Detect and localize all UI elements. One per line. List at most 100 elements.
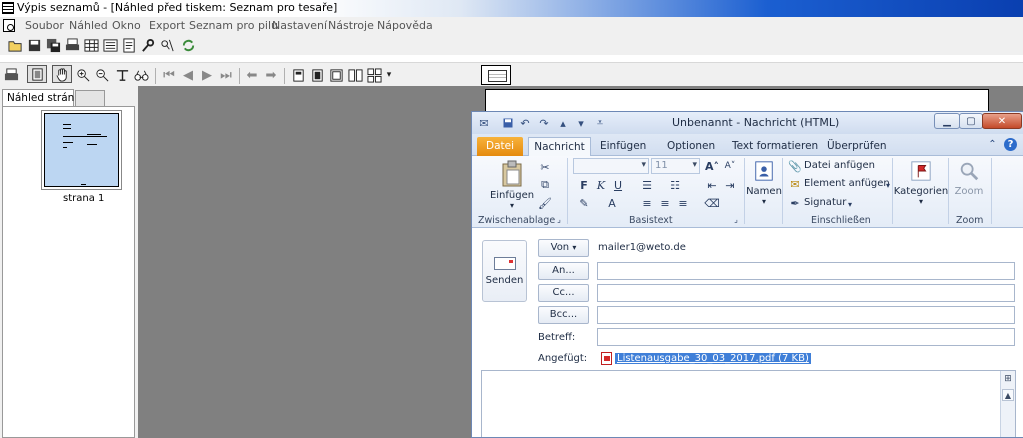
grow-font-icon[interactable]: A˄ — [705, 159, 719, 173]
clear-formatting-icon[interactable]: ⌫ — [704, 196, 720, 210]
page-layout-2-icon[interactable] — [309, 67, 325, 83]
minimize-button[interactable]: ▁ — [934, 113, 960, 129]
table-icon[interactable] — [83, 37, 99, 53]
redo-icon[interactable]: ↷ — [537, 116, 551, 130]
attach-item-button[interactable]: Element anfügen — [804, 178, 890, 189]
tab-nahled-stranky[interactable]: Náhled stránky — [2, 89, 86, 107]
tab-ueberpruefen[interactable]: Überprüfen — [827, 137, 887, 156]
last-page-icon[interactable]: ⏭ — [218, 67, 234, 83]
align-right-icon[interactable]: ≡ — [676, 196, 690, 210]
close-button[interactable]: ✕ — [982, 113, 1022, 129]
tab-text-formatieren[interactable]: Text formatieren — [732, 137, 818, 156]
tab-datei[interactable]: Datei — [477, 137, 523, 156]
document-preview-icon[interactable] — [3, 19, 15, 32]
clipboard-launcher-icon[interactable]: ⌟ — [554, 214, 564, 224]
menu-export[interactable]: Export — [149, 19, 185, 32]
tools-icon[interactable] — [140, 37, 156, 53]
page-layout-1-icon[interactable] — [290, 67, 306, 83]
page-width-icon[interactable] — [328, 67, 344, 83]
highlight-icon[interactable]: ✎ — [577, 196, 591, 210]
find-replace-icon[interactable] — [159, 37, 175, 53]
multi-page-dropdown-icon[interactable]: ▾ — [384, 67, 394, 83]
attachment-link[interactable]: Listenausgabe_30_03_2017.pdf (7 KB) — [615, 353, 811, 364]
message-body[interactable]: ⊞ ▲ — [481, 370, 1016, 437]
align-left-icon[interactable]: ≡ — [640, 196, 654, 210]
back-arrow-icon[interactable]: ⬅ — [244, 67, 260, 83]
body-scrollbar[interactable]: ⊞ ▲ — [1000, 371, 1015, 437]
zoom-button[interactable]: Zoom — [952, 160, 986, 212]
signature-button[interactable]: Signatur — [804, 197, 846, 208]
from-button[interactable]: Von ▾ — [538, 239, 589, 257]
collapse-ribbon-icon[interactable]: ⌃ — [986, 138, 999, 151]
ruler-toggle-icon[interactable]: ⊞ — [1002, 373, 1014, 385]
increase-indent-icon[interactable]: ⇥ — [723, 178, 737, 192]
paste-button[interactable]: Einfügen ▾ — [490, 160, 534, 212]
list-icon[interactable] — [102, 37, 118, 53]
previous-page-icon[interactable]: ◀ — [180, 67, 196, 83]
menu-nastaveni[interactable]: Nastavení — [272, 19, 327, 32]
basic-text-launcher-icon[interactable]: ⌟ — [731, 214, 741, 224]
save-icon[interactable] — [501, 116, 515, 130]
single-page-view-icon[interactable] — [27, 65, 47, 83]
forward-arrow-icon[interactable]: ➡ — [263, 67, 279, 83]
move-up-icon[interactable]: ▴ — [556, 116, 570, 130]
hand-tool-icon[interactable] — [52, 65, 72, 83]
printer-icon[interactable] — [3, 67, 19, 83]
attach-file-button[interactable]: Datei anfügen — [804, 160, 875, 171]
menu-okno[interactable]: Okno — [112, 19, 141, 32]
to-field[interactable] — [597, 262, 1015, 280]
page-thumbnail[interactable] — [41, 110, 122, 190]
refresh-icon[interactable] — [180, 37, 196, 53]
menu-soubor[interactable]: Soubor — [25, 19, 64, 32]
shrink-font-icon[interactable]: A˅ — [723, 159, 737, 173]
tab-nachricht[interactable]: Nachricht — [528, 137, 591, 156]
underline-icon[interactable]: U — [611, 178, 625, 192]
tab-secondary[interactable] — [75, 90, 105, 106]
multi-page-icon[interactable] — [366, 67, 382, 83]
undo-icon[interactable]: ↶ — [518, 116, 532, 130]
font-size-box[interactable]: 11 — [651, 158, 700, 174]
send-button[interactable]: Senden — [482, 240, 527, 302]
customize-quick-access-icon[interactable]: ⩡ — [593, 116, 607, 130]
bcc-button[interactable]: Bcc... — [538, 306, 589, 324]
format-painter-icon[interactable]: 🖌 — [538, 196, 552, 210]
menu-seznam-pro-pilu[interactable]: Seznam pro pilu — [189, 19, 278, 32]
font-name-box[interactable] — [573, 158, 649, 174]
maximize-button[interactable]: ▢ — [959, 113, 983, 129]
bold-icon[interactable]: F — [577, 178, 591, 192]
names-button[interactable]: Namen ▾ — [746, 160, 782, 212]
help-icon[interactable]: ? — [1004, 138, 1017, 151]
open-folder-icon[interactable] — [7, 37, 23, 53]
decrease-indent-icon[interactable]: ⇤ — [705, 178, 719, 192]
zoom-in-icon[interactable] — [75, 67, 91, 83]
attachment-item[interactable]: Listenausgabe_30_03_2017.pdf (7 KB) — [601, 352, 811, 365]
align-center-icon[interactable]: ≡ — [658, 196, 672, 210]
numbering-icon[interactable]: ☷ — [668, 178, 682, 192]
cc-button[interactable]: Cc... — [538, 284, 589, 302]
move-down-icon[interactable]: ▾ — [574, 116, 588, 130]
bullets-icon[interactable]: ☰ — [640, 178, 654, 192]
menu-nastroje[interactable]: Nástroje — [328, 19, 374, 32]
next-page-icon[interactable]: ▶ — [199, 67, 215, 83]
save-icon[interactable] — [26, 37, 42, 53]
cc-field[interactable] — [597, 284, 1015, 302]
two-pages-icon[interactable] — [347, 67, 363, 83]
print-setup-icon[interactable] — [64, 37, 80, 53]
text-tool-icon[interactable] — [114, 67, 130, 83]
font-color-icon[interactable]: A — [605, 196, 619, 210]
to-button[interactable]: An... — [538, 262, 589, 280]
send-mail-icon[interactable] — [481, 65, 511, 85]
page-view-icon[interactable] — [121, 37, 137, 53]
categories-button[interactable]: Kategorien ▾ — [894, 160, 948, 212]
copy-icon[interactable]: ⧉ — [538, 178, 552, 192]
bcc-field[interactable] — [597, 306, 1015, 324]
tab-optionen[interactable]: Optionen — [667, 137, 715, 156]
first-page-icon[interactable]: ⏮ — [161, 67, 177, 83]
binoculars-icon[interactable] — [133, 67, 149, 83]
signature-dropdown-icon[interactable]: ▾ — [843, 197, 857, 211]
tab-einfuegen[interactable]: Einfügen — [600, 137, 646, 156]
menu-napoveda[interactable]: Nápověda — [377, 19, 433, 32]
italic-icon[interactable]: K — [594, 178, 608, 192]
subject-field[interactable] — [597, 328, 1015, 346]
cut-icon[interactable]: ✂ — [538, 160, 552, 174]
